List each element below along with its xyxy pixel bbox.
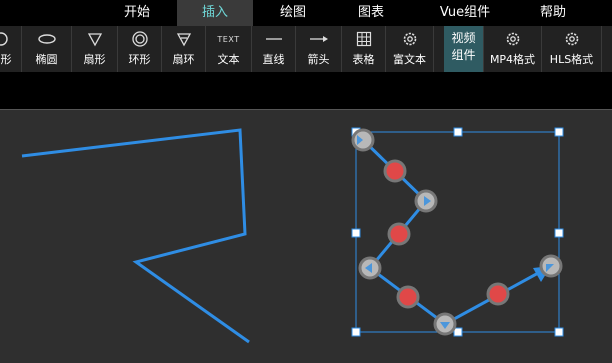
circle-label: 圆形 [0,53,12,66]
sector-label: 扇形 [83,53,106,66]
midpoint-handle[interactable] [387,222,411,246]
ellipse-label: 椭圆 [35,53,58,66]
ribbon-toolbar: 圆形 椭圆 扇形 环形 扇环 TEXT 文本 直线 [0,26,612,72]
table-label: 表格 [352,53,375,66]
line-icon [252,30,295,48]
gear-icon [484,30,541,48]
tab-vue-components[interactable]: Vue组件 [420,0,510,26]
sector-ring-tool[interactable]: 扇环 [162,26,206,72]
hls-format-tool[interactable]: HLS格式 [542,26,602,72]
line-tool[interactable]: 直线 [252,26,296,72]
hls-format-label: HLS格式 [549,53,594,66]
video-component-tool[interactable]: 视频 组件 [444,26,484,72]
vertex-handle[interactable] [414,189,438,213]
resize-handle-n[interactable] [453,127,463,137]
midpoint-handles[interactable] [383,159,510,309]
table-icon [342,30,385,48]
vertex-handle[interactable] [433,312,457,336]
canvas-drawing [21,127,564,344]
table-tool[interactable]: 表格 [342,26,386,72]
rich-text-tool[interactable]: 富文本 [386,26,434,72]
arrow-tool[interactable]: 箭头 [296,26,342,72]
tab-chart[interactable]: 图表 [340,0,402,26]
tab-insert[interactable]: 插入 [177,0,253,26]
text-label: 文本 [217,53,240,66]
video-label-line2: 组件 [451,48,476,62]
ellipse-icon [22,30,71,48]
rich-text-label: 富文本 [393,53,426,66]
ring-icon [118,30,161,48]
sector-tool[interactable]: 扇形 [72,26,118,72]
arrow-icon [296,30,341,48]
tab-help[interactable]: 帮助 [524,0,582,26]
toolbar-separator-strip [0,72,612,110]
sector-ring-label: 扇环 [172,53,195,66]
ring-label: 环形 [128,53,151,66]
circle-icon [0,30,21,48]
mp4-format-label: MP4格式 [489,53,536,66]
midpoint-handle[interactable] [486,282,510,306]
midpoint-handle[interactable] [383,159,407,183]
text-tool[interactable]: TEXT 文本 [206,26,252,72]
video-component-label: 视频 组件 [444,30,483,64]
drawing-canvas[interactable] [0,110,612,363]
resize-handle-sw[interactable] [351,327,361,337]
midpoint-handle[interactable] [396,285,420,309]
tab-draw[interactable]: 绘图 [262,0,324,26]
line-label: 直线 [262,53,285,66]
mp4-format-tool[interactable]: MP4格式 [484,26,542,72]
menu-bar: 开始 插入 绘图 图表 Vue组件 帮助 [0,0,612,26]
vertex-handle[interactable] [351,128,375,152]
polyline-shape[interactable] [21,128,250,344]
video-label-line1: 视频 [451,31,476,45]
sector-icon [72,30,117,48]
resize-handle-e[interactable] [554,228,564,238]
vertex-handle[interactable] [358,256,382,280]
text-icon: TEXT [217,34,240,44]
ellipse-tool[interactable]: 椭圆 [22,26,72,72]
resize-handle-ne[interactable] [554,127,564,137]
tab-start[interactable]: 开始 [108,0,166,26]
sector-ring-icon [162,30,205,48]
vertex-handle[interactable] [539,254,563,278]
gear-icon [386,30,433,48]
gear-icon [542,30,601,48]
resize-handle-w[interactable] [351,228,361,238]
ring-tool[interactable]: 环形 [118,26,162,72]
circle-tool[interactable]: 圆形 [0,26,22,72]
arrow-label: 箭头 [307,53,330,66]
resize-handle-se[interactable] [554,327,564,337]
